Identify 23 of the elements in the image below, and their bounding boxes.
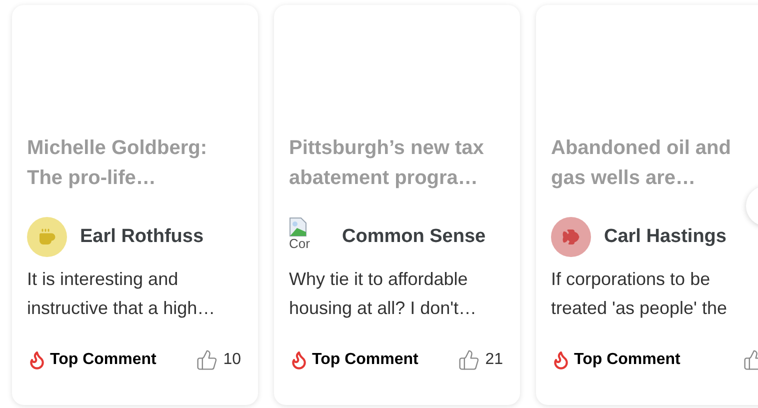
top-comment-label: Top Comment: [312, 350, 418, 370]
top-comment-label: Top Comment: [574, 350, 680, 370]
comment-text: It is interesting and instructive that a high…: [27, 268, 216, 320]
comment-text: If corporations to be treated 'as people' the: [551, 268, 728, 320]
flame-icon: [27, 350, 47, 370]
story-card[interactable]: Abandoned oil and gas wells are… Carl Hastings If corporations to be treated 'as people' the Top Comment: [536, 5, 758, 405]
author-name: Carl Hastings: [604, 224, 726, 249]
story-card[interactable]: Pittsburgh’s new tax abatement progra… Cor Common Sense Why tie it to affordable housing at all? I don't… Top Comment 21: [274, 5, 520, 405]
author-name: Earl Rothfuss: [80, 224, 204, 249]
top-comment-label: Top Comment: [50, 350, 156, 370]
story-card[interactable]: Michelle Goldberg: The pro-life… Earl Rothfuss It is interesting and instructive that a high… Top Comment 10: [12, 5, 258, 405]
thumbs-up-icon[interactable]: [196, 349, 218, 371]
flame-icon: [289, 350, 309, 370]
author-name: Common Sense: [342, 224, 486, 249]
like-count: 10: [223, 350, 241, 370]
cup-icon: [38, 228, 56, 246]
broken-image-icon: [289, 217, 307, 237]
comment-text: Why tie it to affordable housing at all? I don't…: [289, 268, 478, 320]
like-count: 21: [485, 350, 503, 370]
flame-icon: [551, 350, 571, 370]
thumbs-up-icon[interactable]: [458, 349, 480, 371]
fish-icon: [562, 228, 580, 246]
avatar-alt-text: Cor: [289, 237, 310, 250]
